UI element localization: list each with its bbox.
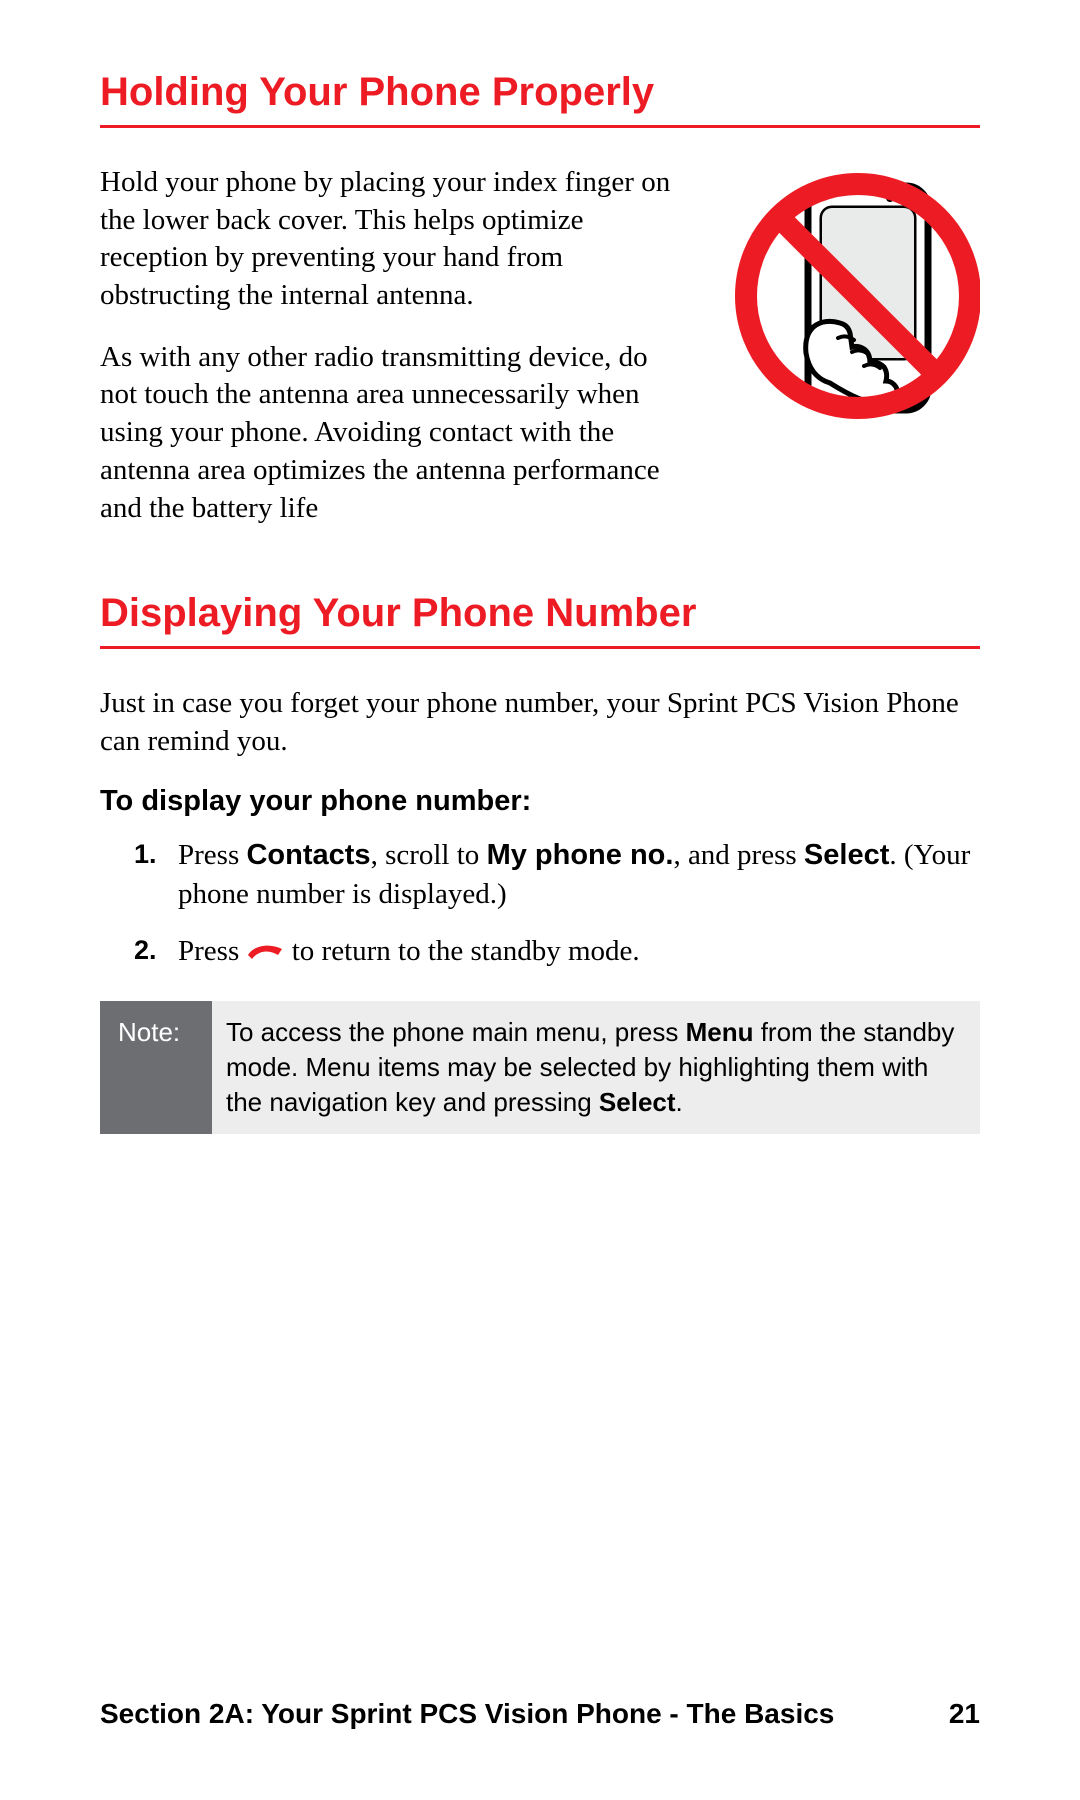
step1-text2: , scroll to [371,839,487,871]
note-select: Select [599,1087,676,1117]
step1-text3: , and press [673,839,803,871]
heading-display-number: Displaying Your Phone Number [100,591,980,649]
do-not-hold-illustration [730,164,980,433]
step1-text1: Press [178,839,246,871]
holding-phone-text: Hold your phone by placing your index fi… [100,164,690,551]
display-number-subhead: To display your phone number: [100,785,980,818]
page-footer: Section 2A: Your Sprint PCS Vision Phone… [100,1698,980,1730]
holding-phone-para1: Hold your phone by placing your index fi… [100,164,690,315]
footer-section-title: Section 2A: Your Sprint PCS Vision Phone… [100,1698,834,1730]
note-text1: To access the phone main menu, press [226,1017,686,1047]
step2-text1: Press [178,935,246,967]
step1-myphoneno: My phone no. [487,839,674,871]
step1-select: Select [804,839,889,871]
heading-holding-phone: Holding Your Phone Properly [100,70,980,128]
step1-contacts: Contacts [246,839,370,871]
step-1: Press Contacts, scroll to My phone no., … [134,836,980,914]
step-2: Press to return to the standby mode. [134,932,980,971]
prohibition-phone-icon [730,168,980,428]
step2-text2: to return to the standby mode. [292,935,640,967]
note-box: Note: To access the phone main menu, pre… [100,1001,980,1134]
display-number-intro: Just in case you forget your phone numbe… [100,685,980,760]
footer-page-number: 21 [949,1698,980,1730]
note-content: To access the phone main menu, press Men… [212,1001,980,1134]
note-menu: Menu [686,1017,754,1047]
holding-phone-para2: As with any other radio transmitting dev… [100,339,690,527]
section-holding-phone: Hold your phone by placing your index fi… [100,164,980,551]
note-label: Note: [100,1001,212,1134]
note-text3: . [676,1087,683,1117]
end-call-key-icon [246,933,284,951]
display-number-steps: Press Contacts, scroll to My phone no., … [134,836,980,971]
